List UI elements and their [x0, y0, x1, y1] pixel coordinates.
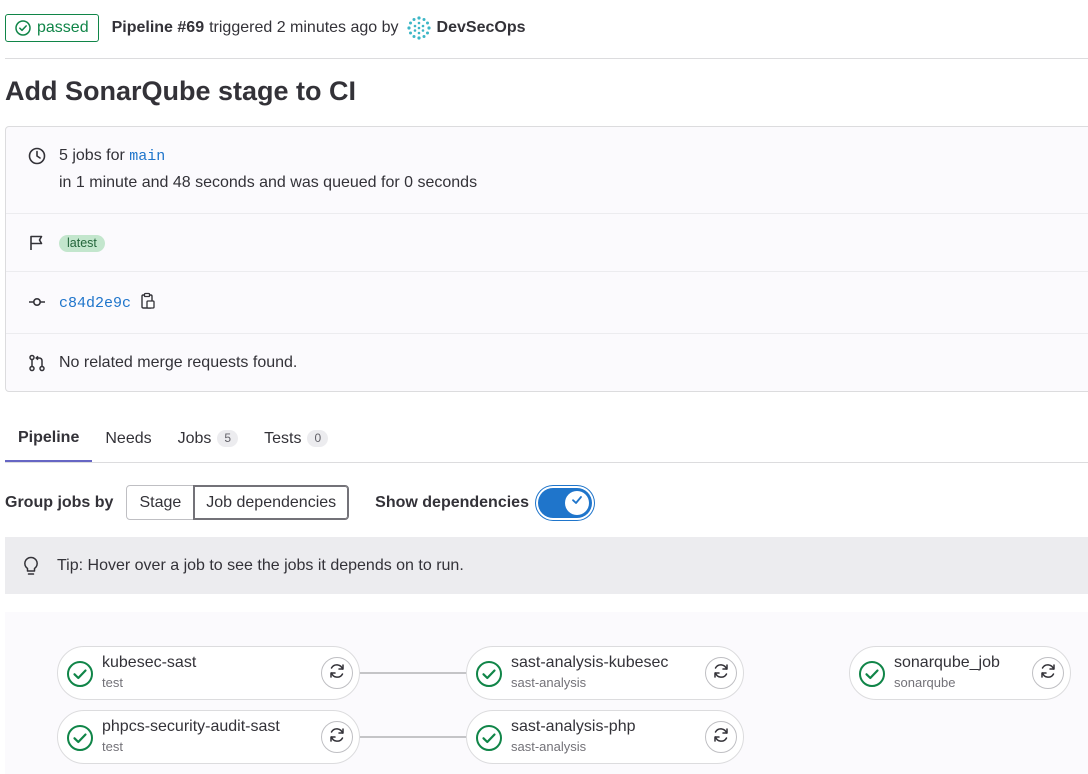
retry-icon	[328, 662, 346, 685]
status-badge[interactable]: passed	[5, 14, 99, 42]
merge-requests-row: No related merge requests found.	[6, 334, 1088, 392]
tip-alert: Tip: Hover over a job to see the jobs it…	[5, 537, 1088, 594]
tab-tests[interactable]: Tests 0	[251, 415, 341, 462]
tab-label: Jobs	[177, 429, 212, 447]
job-kubesec-sast[interactable]: kubesec-sast test	[57, 646, 360, 700]
clock-icon	[28, 147, 46, 165]
pipeline-header: passed Pipeline #69 triggered 2 minutes …	[5, 14, 1088, 42]
job-name: sast-analysis-kubesec	[511, 654, 669, 671]
status-label: passed	[37, 19, 89, 36]
header-divider	[5, 58, 1088, 59]
tab-label: Pipeline	[18, 428, 80, 446]
job-stage: test	[102, 675, 123, 690]
job-sast-analysis-php[interactable]: sast-analysis-php sast-analysis	[466, 710, 744, 764]
show-dependencies-label: Show dependencies	[375, 493, 529, 511]
jobs-count-text: 5 jobs for	[59, 147, 125, 164]
triggered-text: triggered 2 minutes ago by	[209, 19, 399, 36]
tab-label: Needs	[105, 429, 152, 447]
commit-row: c84d2e9c	[6, 272, 1088, 334]
job-name: sast-analysis-php	[511, 718, 636, 735]
tip-text: Tip: Hover over a job to see the jobs it…	[57, 556, 464, 574]
dependency-link	[360, 736, 467, 738]
tab-needs[interactable]: Needs	[92, 415, 164, 462]
retry-button[interactable]	[321, 657, 353, 689]
status-success-icon	[15, 20, 31, 36]
show-dependencies-toggle[interactable]	[537, 487, 592, 518]
success-status-icon	[66, 724, 94, 757]
tab-pipeline[interactable]: Pipeline	[5, 415, 93, 462]
graph-controls: Group jobs by Stage Job dependencies Sho…	[5, 485, 592, 520]
merge-requests-text: No related merge requests found.	[59, 354, 298, 371]
tests-count-badge: 0	[307, 430, 329, 447]
success-status-icon	[66, 660, 94, 693]
retry-button[interactable]	[705, 657, 737, 689]
job-sonarqube-job[interactable]: sonarqube_job sonarqube	[849, 646, 1071, 700]
pipeline-graph: kubesec-sast test phpcs-security-audit-s…	[5, 612, 1088, 774]
job-name: phpcs-security-audit-sast	[102, 718, 280, 735]
retry-icon	[712, 726, 730, 749]
pipeline-meta: Pipeline #69 triggered 2 minutes ago by	[112, 19, 399, 37]
retry-icon	[328, 726, 346, 749]
duration-text: in 1 minute and 48 seconds and was queue…	[59, 174, 478, 191]
copy-clipboard-icon[interactable]	[140, 292, 156, 315]
group-by-stage-button[interactable]: Stage	[126, 485, 195, 520]
bulb-icon	[21, 556, 41, 576]
dependency-link	[360, 672, 467, 674]
job-stage: sast-analysis	[511, 675, 587, 690]
jobs-summary: 5 jobs for main	[59, 147, 165, 165]
tab-jobs[interactable]: Jobs 5	[165, 415, 251, 462]
user-avatar[interactable]	[406, 15, 432, 41]
tab-label: Tests	[264, 429, 302, 447]
flag-icon	[28, 234, 46, 252]
retry-button[interactable]	[705, 721, 737, 753]
tag-container: latest	[59, 234, 105, 252]
jobs-row: 5 jobs for main in 1 minute and 48 secon…	[6, 127, 1088, 214]
retry-button[interactable]	[321, 721, 353, 753]
job-phpcs-security-audit-sast[interactable]: phpcs-security-audit-sast test	[57, 710, 360, 764]
branch-link[interactable]: main	[129, 148, 165, 165]
success-status-icon	[858, 660, 886, 693]
check-icon	[570, 493, 584, 512]
job-name: kubesec-sast	[102, 654, 197, 671]
user-name-link[interactable]: DevSecOps	[437, 19, 526, 37]
group-jobs-label: Group jobs by	[5, 493, 114, 511]
success-status-icon	[475, 660, 503, 693]
job-stage: test	[102, 739, 123, 754]
pipeline-info-box: 5 jobs for main in 1 minute and 48 secon…	[5, 126, 1088, 392]
commit-icon	[28, 293, 46, 311]
job-name: sonarqube_job	[894, 654, 1000, 671]
pipeline-id: Pipeline #69	[111, 19, 205, 36]
page-title: Add SonarQube stage to CI	[5, 76, 357, 106]
retry-icon	[1039, 662, 1057, 685]
pipeline-tabs: Pipeline Needs Jobs 5 Tests 0	[5, 415, 1088, 463]
commit-container: c84d2e9c	[59, 292, 156, 315]
job-sast-analysis-kubesec[interactable]: sast-analysis-kubesec sast-analysis	[466, 646, 744, 700]
job-stage: sonarqube	[894, 675, 956, 690]
job-stage: sast-analysis	[511, 739, 587, 754]
latest-badge: latest	[59, 235, 105, 252]
retry-button[interactable]	[1032, 657, 1064, 689]
merge-request-icon	[28, 354, 46, 372]
commit-sha-link[interactable]: c84d2e9c	[59, 295, 131, 312]
tags-row: latest	[6, 214, 1088, 272]
group-by-segmented-control: Stage Job dependencies	[126, 485, 350, 520]
jobs-count-badge: 5	[217, 430, 239, 447]
group-by-dependencies-button[interactable]: Job dependencies	[193, 485, 350, 520]
retry-icon	[712, 662, 730, 685]
toggle-knob	[564, 490, 589, 515]
success-status-icon	[475, 724, 503, 757]
